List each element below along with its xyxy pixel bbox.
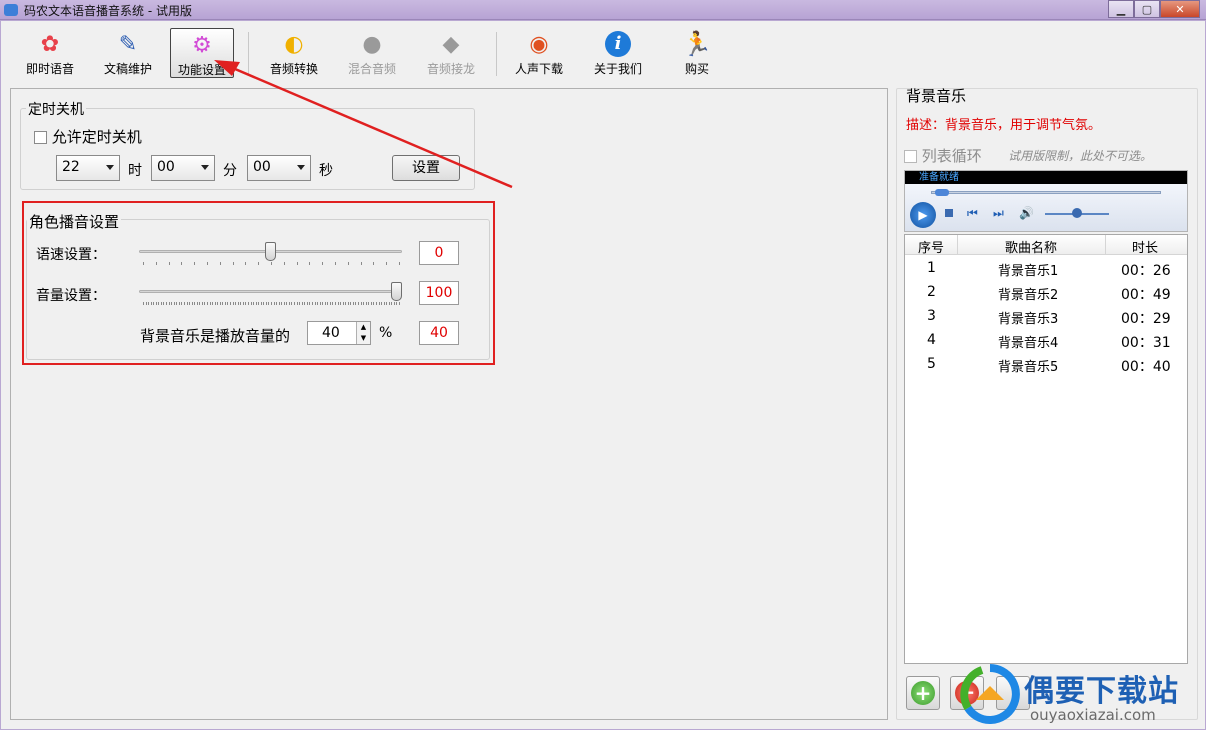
list-item[interactable]: 3 背景音乐3 00：29 [905, 305, 1187, 329]
loop-label: 列表循环 [921, 147, 982, 165]
running-man-icon: 🏃 [682, 30, 712, 58]
flower-icon: ✿ [40, 31, 60, 57]
loop-checkbox[interactable] [904, 150, 917, 163]
timer-group-title: 定时关机 [26, 99, 86, 119]
close-button[interactable]: ✕ [1160, 0, 1200, 18]
second-unit: 秒 [319, 163, 333, 179]
row-number: 3 [927, 308, 936, 324]
toolbar-button-instant-voice[interactable]: ✿ 即时语音 [18, 28, 82, 78]
voice-download-icon: ◉ [529, 31, 549, 57]
player-volume-thumb[interactable] [1072, 208, 1082, 218]
loop-row: 列表循环 [904, 145, 982, 166]
audio-chain-icon: ◆ [442, 31, 460, 57]
bgm-list: 序号 歌曲名称 时长 1 背景音乐1 00：26 2 背景音乐2 00：49 3… [904, 234, 1188, 664]
watermark-brand: 偶要下载站 [1024, 674, 1179, 709]
row-duration: 00：26 [1121, 263, 1171, 279]
stop-icon[interactable] [945, 209, 953, 217]
main-toolbar: ✿ 即时语音 ✎ 文稿维护 ⚙ 功能设置 ◐ 音频转换 ● 混合音频 ◆ 音频接… [10, 28, 890, 80]
bgm-description: 描述：背景音乐，用于调节气氛。 [906, 118, 1102, 133]
seek-thumb[interactable] [935, 189, 949, 196]
toolbar-button-about[interactable]: i 关于我们 [586, 28, 650, 78]
timer-set-button[interactable]: 设置 [392, 155, 460, 181]
list-item[interactable]: 1 背景音乐1 00：26 [905, 257, 1187, 281]
maximize-button[interactable]: ▢ [1134, 0, 1160, 18]
row-song-name: 背景音乐2 [998, 288, 1059, 303]
minute-select[interactable]: 00 [151, 155, 215, 181]
toolbar-separator [248, 32, 249, 76]
row-song-name: 背景音乐4 [998, 336, 1059, 351]
title-bar: 码农文本语音播音系统 - 试用版 ▁ ▢ ✕ [0, 0, 1206, 20]
row-number: 5 [927, 356, 936, 372]
add-music-button[interactable]: + [906, 676, 940, 710]
highlight-box [22, 201, 495, 365]
watermark: 偶要下载站 ouyaoxiazai.com [960, 662, 1200, 726]
list-item[interactable]: 4 背景音乐4 00：31 [905, 329, 1187, 353]
list-header: 序号 歌曲名称 时长 [905, 235, 1187, 256]
watermark-logo-icon [960, 664, 1020, 724]
row-number: 4 [927, 332, 936, 348]
player-status: 准备就绪 [905, 171, 1187, 184]
chevron-down-icon [297, 165, 305, 170]
minute-unit: 分 [223, 163, 237, 179]
row-song-name: 背景音乐5 [998, 360, 1059, 375]
toolbar-button-buy[interactable]: 🏃 购买 [665, 28, 729, 78]
toolbar-button-voice-download[interactable]: ◉ 人声下载 [507, 28, 571, 78]
seek-bar[interactable] [931, 191, 1161, 194]
window-title: 码农文本语音播音系统 - 试用版 [24, 4, 192, 18]
volume-icon[interactable]: 🔊 [1019, 206, 1034, 220]
row-song-name: 背景音乐1 [998, 264, 1059, 279]
hour-select[interactable]: 22 [56, 155, 120, 181]
row-duration: 00：40 [1121, 359, 1171, 375]
toolbar-button-mix-audio[interactable]: ● 混合音频 [340, 28, 404, 78]
toolbar-button-document[interactable]: ✎ 文稿维护 [96, 28, 160, 78]
watermark-url: ouyaoxiazai.com [1030, 706, 1156, 724]
trial-note: 试用版限制，此处不可选。 [1008, 149, 1153, 163]
document-pencil-icon: ✎ [118, 31, 138, 57]
column-duration[interactable]: 时长 [1105, 237, 1185, 256]
toolbar-button-settings[interactable]: ⚙ 功能设置 [170, 28, 234, 78]
second-select[interactable]: 00 [247, 155, 311, 181]
row-song-name: 背景音乐3 [998, 312, 1059, 327]
list-item[interactable]: 2 背景音乐2 00：49 [905, 281, 1187, 305]
previous-icon[interactable]: ⏮ [967, 206, 978, 221]
second-value: 00 [253, 159, 271, 175]
bgm-title: 背景音乐 [906, 87, 967, 105]
row-duration: 00：29 [1121, 311, 1171, 327]
hour-unit: 时 [128, 163, 142, 179]
audio-convert-icon: ◐ [284, 31, 304, 57]
chevron-down-icon [106, 165, 114, 170]
toolbar-button-audio-chain[interactable]: ◆ 音频接龙 [419, 28, 483, 78]
toolbar-button-audio-convert[interactable]: ◐ 音频转换 [262, 28, 326, 78]
row-duration: 00：49 [1121, 287, 1171, 303]
chevron-down-icon [201, 165, 209, 170]
row-number: 1 [927, 260, 936, 276]
play-icon[interactable]: ▶ [910, 202, 936, 228]
column-song-name[interactable]: 歌曲名称 [957, 237, 1105, 256]
media-player: 准备就绪 ▶ ⏮ ⏭ 🔊 [904, 170, 1188, 232]
row-number: 2 [927, 284, 936, 300]
allow-timer-checkbox[interactable] [34, 131, 47, 144]
mix-audio-icon: ● [362, 31, 382, 57]
minute-value: 00 [157, 159, 175, 175]
toolbar-separator [496, 32, 497, 76]
list-item[interactable]: 5 背景音乐5 00：40 [905, 353, 1187, 377]
minimize-button[interactable]: ▁ [1108, 0, 1134, 18]
allow-timer-label: 允许定时关机 [51, 128, 142, 146]
gear-icon: ⚙ [192, 32, 212, 58]
next-icon[interactable]: ⏭ [993, 206, 1004, 221]
info-icon: i [602, 30, 634, 58]
app-icon [4, 4, 18, 16]
plus-icon: + [911, 681, 935, 705]
row-duration: 00：31 [1121, 335, 1171, 351]
allow-timer-row: 允许定时关机 [34, 126, 142, 147]
column-number[interactable]: 序号 [905, 237, 957, 256]
hour-value: 22 [62, 159, 80, 175]
